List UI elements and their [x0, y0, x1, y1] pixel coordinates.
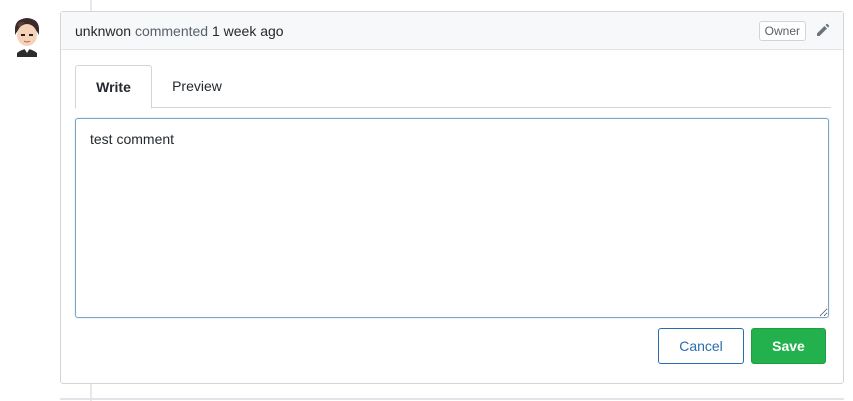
comment-header: unknwon commented 1 week ago Owner — [61, 12, 843, 50]
cancel-button[interactable]: Cancel — [658, 328, 744, 364]
avatar-image — [14, 18, 40, 57]
next-item-border — [60, 398, 844, 400]
pencil-icon[interactable] — [815, 22, 831, 38]
tab-preview[interactable]: Preview — [162, 65, 232, 108]
editor-tabs: Write Preview — [75, 65, 831, 109]
comment-time[interactable]: 1 week ago — [212, 23, 284, 39]
save-button[interactable]: Save — [751, 328, 826, 364]
comment-textarea[interactable] — [75, 118, 829, 318]
tab-write[interactable]: Write — [75, 65, 152, 109]
comment-box: unknwon commented 1 week ago Owner Write… — [60, 11, 844, 384]
avatar[interactable] — [5, 13, 49, 57]
comment-author[interactable]: unknwon — [75, 23, 131, 39]
owner-badge: Owner — [758, 21, 806, 41]
comment-meta: unknwon commented 1 week ago — [75, 23, 284, 39]
comment-action: commented — [134, 23, 209, 39]
